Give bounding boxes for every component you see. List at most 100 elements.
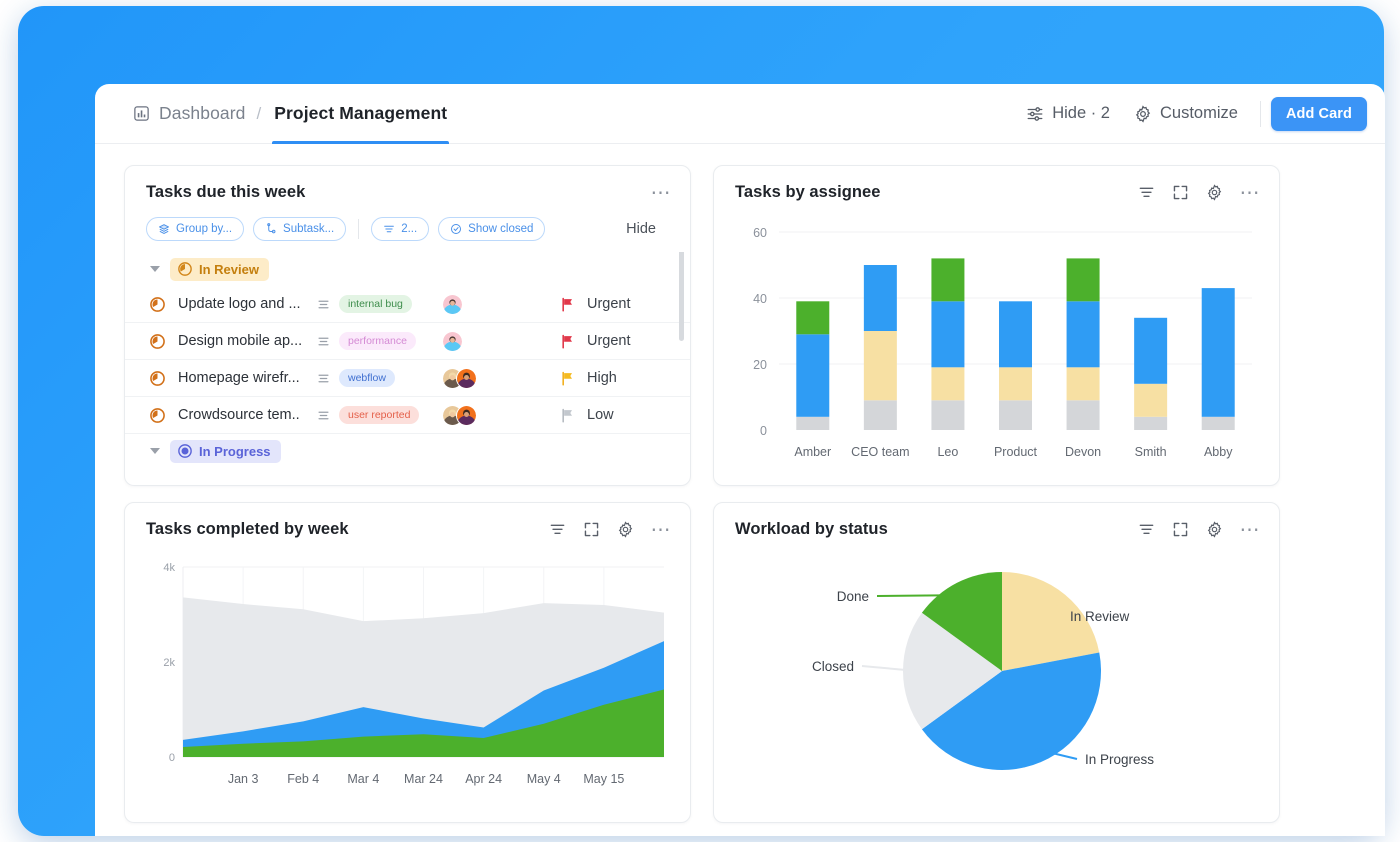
- task-priority[interactable]: High: [560, 370, 672, 386]
- table-row[interactable]: Update logo and ... internal bug: [125, 286, 690, 323]
- avatar[interactable]: [442, 294, 463, 315]
- avatar[interactable]: [456, 405, 477, 426]
- filter-pill-subtask[interactable]: Subtask...: [253, 217, 346, 241]
- bar-segment[interactable]: [1067, 400, 1100, 430]
- pie-slice-label: In Review: [1070, 609, 1130, 624]
- card-tools: ⋯: [1138, 184, 1262, 201]
- card-tools: ⋯: [651, 189, 673, 197]
- task-status-icon: [150, 371, 165, 386]
- bar-segment[interactable]: [999, 367, 1032, 400]
- task-priority[interactable]: Low: [560, 407, 672, 423]
- bar-segment[interactable]: [1202, 288, 1235, 417]
- assignee-avatars[interactable]: [442, 405, 560, 426]
- filter-pill-show-closed[interactable]: Show closed: [438, 217, 545, 241]
- breadcrumb-dashboard-link[interactable]: Dashboard: [159, 103, 246, 124]
- bar-segment[interactable]: [1067, 258, 1100, 301]
- card-title: Tasks by assignee: [735, 183, 880, 202]
- add-card-button[interactable]: Add Card: [1271, 97, 1367, 131]
- ellipsis-icon[interactable]: ⋯: [651, 189, 673, 197]
- collapse-caret-icon[interactable]: [150, 448, 160, 454]
- task-tag[interactable]: user reported: [339, 406, 419, 424]
- assignee-avatars[interactable]: [442, 294, 560, 315]
- bar-segment[interactable]: [931, 301, 964, 367]
- bar-segment[interactable]: [999, 301, 1032, 367]
- filter-icon: [383, 223, 395, 235]
- area-chart-body: 02k4kJan 3Feb 4Mar 4Mar 24Apr 24May 4May…: [125, 539, 690, 818]
- card-tasks-by-assignee: Tasks by assignee: [713, 165, 1280, 486]
- card-title: Workload by status: [735, 520, 888, 539]
- table-row[interactable]: Crowdsource tem.. user reported: [125, 397, 690, 434]
- task-tag[interactable]: performance: [339, 332, 416, 350]
- x-axis-category-label: CEO team: [851, 445, 909, 459]
- task-filter-bar: Group by... Subtask...: [125, 202, 690, 241]
- task-group-header-in-review[interactable]: In Review: [125, 252, 690, 286]
- x-axis-category-label: Amber: [794, 445, 831, 459]
- task-status-icon: [150, 334, 165, 349]
- bar-segment[interactable]: [1134, 318, 1167, 384]
- subtask-icon: [265, 223, 277, 235]
- workload-by-status-chart: In ReviewIn ProgressClosedDone: [732, 551, 1263, 813]
- bar-segment[interactable]: [796, 417, 829, 430]
- priority-label: High: [587, 370, 617, 386]
- in-review-status-icon: [178, 262, 192, 276]
- filter-pill-label: 2...: [401, 223, 417, 235]
- bar-segment[interactable]: [864, 400, 897, 430]
- bar-segment[interactable]: [1134, 384, 1167, 417]
- bar-segment[interactable]: [1134, 417, 1167, 430]
- assignee-avatars[interactable]: [442, 368, 560, 389]
- bar-segment[interactable]: [931, 258, 964, 301]
- filter-icon[interactable]: [1138, 521, 1155, 538]
- ellipsis-icon[interactable]: ⋯: [651, 526, 673, 534]
- bar-segment[interactable]: [931, 400, 964, 430]
- task-group-header-in-progress[interactable]: In Progress: [125, 434, 690, 465]
- y-axis-tick-label: 20: [753, 358, 767, 372]
- expand-icon[interactable]: [583, 521, 600, 538]
- bar-segment[interactable]: [999, 400, 1032, 430]
- hide-button[interactable]: Hide · 2: [1014, 98, 1122, 129]
- x-axis-tick-label: May 4: [527, 772, 561, 786]
- ellipsis-icon[interactable]: ⋯: [1240, 526, 1262, 534]
- expand-icon[interactable]: [1172, 521, 1189, 538]
- scrollbar[interactable]: [679, 252, 684, 465]
- filter-pill-label: Group by...: [176, 223, 232, 235]
- task-tag[interactable]: internal bug: [339, 295, 412, 313]
- breadcrumb-current-tab[interactable]: Project Management: [272, 84, 449, 144]
- filter-pill-group-by[interactable]: Group by...: [146, 217, 244, 241]
- bar-segment[interactable]: [796, 334, 829, 417]
- filter-pill-filters[interactable]: 2...: [371, 217, 429, 241]
- avatar[interactable]: [442, 331, 463, 352]
- collapse-caret-icon[interactable]: [150, 266, 160, 272]
- status-badge-label: In Review: [199, 262, 259, 277]
- gear-icon[interactable]: [617, 521, 634, 538]
- filter-icon[interactable]: [549, 521, 566, 538]
- assignee-avatars[interactable]: [442, 331, 560, 352]
- x-axis-category-label: Leo: [937, 445, 958, 459]
- card-header: Workload by status: [714, 503, 1279, 539]
- customize-button[interactable]: Customize: [1122, 98, 1250, 129]
- bar-segment[interactable]: [1067, 367, 1100, 400]
- y-axis-tick-label: 0: [169, 752, 175, 764]
- y-axis-tick-label: 0: [760, 424, 767, 438]
- status-badge[interactable]: In Review: [170, 258, 269, 281]
- filter-icon[interactable]: [1138, 184, 1155, 201]
- hide-filters-link[interactable]: Hide: [626, 221, 672, 237]
- task-priority[interactable]: Urgent: [560, 333, 672, 349]
- bar-segment[interactable]: [931, 367, 964, 400]
- bar-segment[interactable]: [864, 331, 897, 400]
- expand-icon[interactable]: [1172, 184, 1189, 201]
- bar-segment[interactable]: [864, 265, 897, 331]
- table-row[interactable]: Design mobile ap... performance: [125, 323, 690, 360]
- ellipsis-icon[interactable]: ⋯: [1240, 189, 1262, 197]
- avatar[interactable]: [456, 368, 477, 389]
- status-badge[interactable]: In Progress: [170, 440, 281, 463]
- bar-segment[interactable]: [1202, 417, 1235, 430]
- gear-icon[interactable]: [1206, 184, 1223, 201]
- scrollbar-thumb[interactable]: [679, 252, 684, 341]
- task-tag[interactable]: webflow: [339, 369, 395, 387]
- bar-segment[interactable]: [796, 301, 829, 334]
- table-row[interactable]: Homepage wirefr... webflow: [125, 360, 690, 397]
- gear-icon[interactable]: [1206, 521, 1223, 538]
- dashboard-chart-icon: [133, 105, 150, 122]
- bar-segment[interactable]: [1067, 301, 1100, 367]
- task-priority[interactable]: Urgent: [560, 296, 672, 312]
